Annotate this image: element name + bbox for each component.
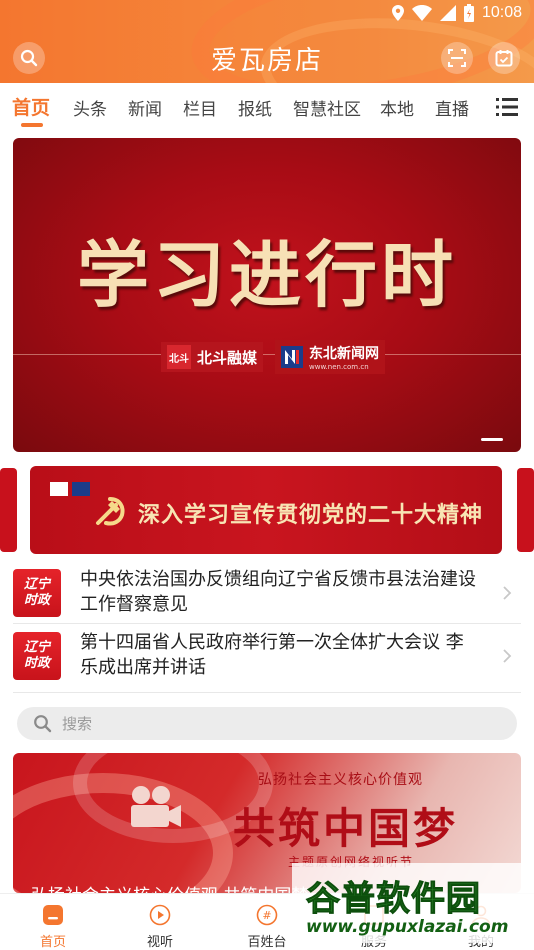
tab-news[interactable]: 新闻: [128, 95, 162, 120]
beidou-logo-mark: 北斗: [167, 345, 191, 369]
status-time: 10:08: [481, 4, 522, 21]
tab-headlines[interactable]: 头条: [73, 95, 107, 120]
tab-smart-community[interactable]: 智慧社区: [293, 95, 361, 120]
nav-label: 首页: [39, 935, 66, 950]
watermark-url: www.gupuxlazai.com: [306, 917, 509, 937]
play-icon: [149, 904, 171, 926]
news-badge: 辽宁 时政: [13, 569, 61, 617]
strip-prev-peek[interactable]: [0, 468, 17, 552]
search-icon: [34, 715, 52, 733]
signal-icon: [439, 5, 456, 21]
news-badge-line1: 辽宁: [23, 577, 50, 592]
calendar-button[interactable]: [488, 42, 520, 74]
hero-banner[interactable]: 学习进行时 北斗 北斗融媒 东北新闻网 www.nen.com.cn: [13, 138, 521, 452]
status-bar: 10:08: [0, 0, 534, 28]
nen-logo-text: 东北新闻网: [309, 346, 380, 362]
nav-label: 视听: [146, 935, 173, 950]
chevron-right-icon: [503, 586, 512, 600]
tab-local[interactable]: 本地: [380, 95, 414, 120]
banner2-title: 共筑中国梦: [233, 804, 459, 853]
news-title: 中央依法治国办反馈组向辽宁省反馈市县法治建设工作督察意见: [80, 569, 476, 615]
calendar-check-icon: [495, 50, 513, 67]
news-badge: 辽宁 时政: [13, 632, 61, 680]
nen-logo-url: www.nen.com.cn: [309, 363, 369, 371]
film-camera-icon: [131, 786, 181, 827]
site-watermark: 谷普软件园 www.gupuxlazai.com: [292, 863, 534, 943]
banner2-subtitle: 弘扬社会主义核心价值观: [258, 772, 423, 788]
search-placeholder: 搜索: [62, 715, 93, 733]
tab-live[interactable]: 直播: [435, 95, 469, 120]
battery-icon: [463, 4, 474, 22]
news-badge-line2: 时政: [23, 593, 50, 608]
news-title: 第十四届省人民政府举行第一次全体扩大会议 李乐成出席并讲话: [80, 632, 464, 678]
hashtag-icon: #: [256, 904, 278, 926]
carousel-indicator: [481, 438, 503, 441]
strip-logo-nen: [72, 482, 90, 496]
channel-tabs: 首页 头条 新闻 栏目 报纸 智慧社区 本地 直播: [0, 83, 534, 130]
list-divider: [13, 692, 521, 693]
chevron-right-icon: [503, 649, 512, 663]
news-item[interactable]: 辽宁 时政 中央依法治国办反馈组向辽宁省反馈市县法治建设工作督察意见: [0, 563, 534, 625]
beidou-logo-text: 北斗融媒: [197, 348, 258, 367]
watermark-name: 谷普软件园: [306, 879, 481, 920]
tab-columns[interactable]: 栏目: [183, 95, 217, 120]
party-emblem-icon: [96, 497, 125, 526]
promo-strip-text: 深入学习宣传贯彻党的二十大精神: [138, 503, 484, 528]
search-input[interactable]: 搜索: [17, 707, 517, 740]
location-icon: [391, 5, 404, 21]
app-header: 10:08 爱瓦房店: [0, 0, 534, 83]
nen-logo: 东北新闻网 www.nen.com.cn: [275, 340, 386, 374]
nav-audio-video[interactable]: 视听: [110, 894, 210, 950]
tab-home[interactable]: 首页: [12, 93, 50, 120]
home-icon: [43, 905, 63, 925]
strip-next-peek[interactable]: [517, 468, 534, 552]
promo-strip[interactable]: 深入学习宣传贯彻党的二十大精神: [30, 466, 502, 554]
scan-icon: [448, 49, 466, 67]
beidou-logo: 北斗 北斗融媒: [161, 342, 264, 372]
active-tab-indicator: [21, 123, 43, 127]
nav-home[interactable]: 首页: [3, 894, 103, 950]
banner2-caption: 弘扬社会主义核心价值观 共筑中国梦: [31, 881, 308, 893]
svg-text:#: #: [262, 909, 271, 922]
menu-icon[interactable]: [496, 97, 518, 117]
news-badge-line1: 辽宁: [23, 640, 50, 655]
strip-logos: [50, 482, 90, 496]
wifi-icon: [411, 5, 432, 21]
nen-logo-icon: [281, 346, 304, 368]
banner-title: 学习进行时: [76, 232, 457, 317]
news-item[interactable]: 辽宁 时政 第十四届省人民政府举行第一次全体扩大会议 李乐成出席并讲话: [0, 626, 534, 688]
list-divider: [13, 623, 521, 624]
tab-newspaper[interactable]: 报纸: [238, 95, 272, 120]
news-badge-line2: 时政: [23, 656, 50, 671]
strip-logo-beidou: [50, 482, 68, 496]
banner-logos: 北斗 北斗融媒 东北新闻网 www.nen.com.cn: [161, 340, 386, 374]
scan-button[interactable]: [441, 42, 473, 74]
